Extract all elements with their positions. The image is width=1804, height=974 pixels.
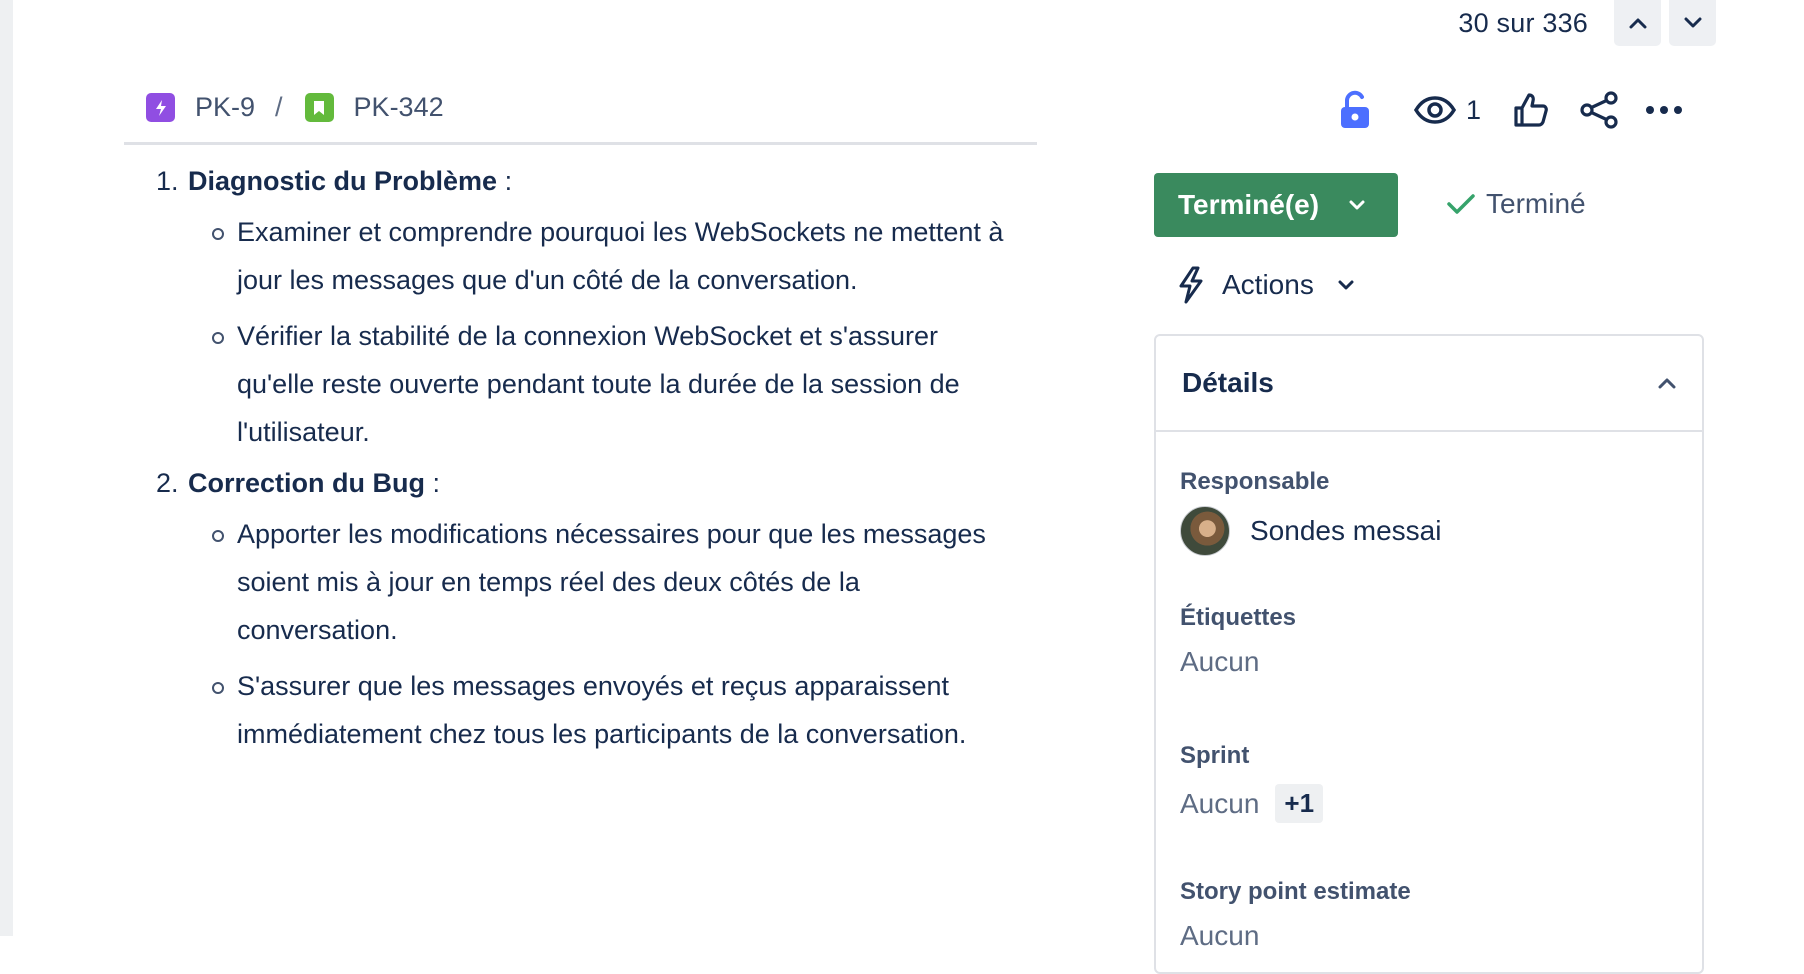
thumbs-up-icon [1514, 93, 1548, 127]
breadcrumb-parent-link[interactable]: PK-9 [195, 92, 255, 123]
bullet-item: Apporter les modifications nécessaires p… [156, 510, 1016, 654]
issue-description: 1. Diagnostic du Problème : Examiner et c… [156, 160, 1016, 758]
share-button[interactable] [1579, 91, 1619, 129]
list-number: 2. [156, 468, 179, 498]
details-panel: Détails Responsable Sondes messai Étique… [1154, 334, 1704, 974]
issue-header-actions: 1 [1338, 90, 1683, 130]
breadcrumb: PK-9 / PK-342 [146, 92, 444, 123]
details-header[interactable]: Détails [1156, 336, 1702, 432]
story-icon [304, 93, 334, 122]
bullet-item: Examiner et comprendre pourquoi les WebS… [156, 208, 1016, 304]
details-title: Détails [1182, 367, 1274, 398]
list-item: 2. Correction du Bug : Apporter les modif… [156, 462, 1016, 758]
watch-count: 1 [1466, 94, 1482, 125]
actions-dropdown-button[interactable]: Actions [1176, 266, 1354, 304]
list-item-title: Diagnostic du Problème [188, 166, 498, 196]
avatar [1180, 506, 1230, 556]
chevron-down-icon [1684, 17, 1701, 28]
chevron-up-icon[interactable] [1658, 377, 1676, 389]
list-item-suffix: : [497, 166, 513, 196]
labels-label: Étiquettes [1180, 604, 1297, 631]
assignee-name: Sondes messai [1250, 515, 1442, 546]
next-issue-button[interactable] [1669, 0, 1716, 46]
bullet-item: Vérifier la stabilité de la connexion We… [156, 312, 1016, 456]
story-points-label: Story point estimate [1180, 878, 1411, 905]
resolution-label: Terminé [1486, 188, 1586, 219]
list-number: 1. [156, 166, 179, 196]
left-sidebar-edge [0, 0, 13, 936]
breadcrumb-separator: / [275, 92, 283, 122]
story-points-value[interactable]: Aucun [1180, 920, 1411, 952]
assignee-label: Responsable [1180, 468, 1330, 495]
vote-button[interactable] [1513, 92, 1549, 128]
breadcrumb-issue-link[interactable]: PK-342 [354, 92, 444, 123]
list-item-suffix: : [425, 468, 441, 498]
status-label: Terminé(e) [1178, 189, 1320, 220]
sprint-label: Sprint [1180, 742, 1250, 769]
list-item-title: Correction du Bug [188, 468, 425, 498]
unlock-icon [1341, 90, 1369, 128]
labels-field: Étiquettes Aucun [1180, 604, 1296, 678]
pager-position: 30 sur 336 [1458, 7, 1588, 38]
chevron-down-icon [1349, 200, 1365, 210]
sprint-field: Sprint Aucun +1 [1180, 742, 1324, 823]
sprint-extra-badge[interactable]: +1 [1275, 784, 1324, 823]
automation-bolt-icon [1179, 266, 1203, 304]
status-dropdown-button[interactable]: Terminé(e) [1154, 173, 1398, 237]
assignee-value[interactable]: Sondes messai [1180, 506, 1441, 556]
assignee-field: Responsable Sondes messai [1180, 468, 1441, 556]
labels-value[interactable]: Aucun [1180, 646, 1296, 678]
previous-issue-button[interactable] [1614, 0, 1661, 46]
bullet-item: S'assurer que les messages envoyés et re… [156, 662, 1016, 758]
more-icon [1646, 106, 1683, 114]
epic-icon [146, 93, 175, 122]
chevron-down-icon [1338, 280, 1354, 290]
eye-icon [1414, 96, 1456, 124]
share-icon [1580, 91, 1618, 129]
resolution: Terminé [1446, 188, 1586, 220]
list-item: 1. Diagnostic du Problème : Examiner et c… [156, 160, 1016, 456]
checkmark-icon [1447, 194, 1475, 214]
restriction-lock-button[interactable] [1338, 90, 1372, 130]
actions-label: Actions [1222, 269, 1314, 300]
more-actions-button[interactable] [1645, 105, 1683, 115]
watch-button[interactable]: 1 [1414, 95, 1481, 126]
story-points-field: Story point estimate Aucun [1180, 878, 1411, 952]
header-divider [124, 142, 1037, 145]
chevron-up-icon [1629, 18, 1646, 29]
sprint-value-text: Aucun [1180, 787, 1260, 819]
issue-pager: 30 sur 336 [1458, 0, 1716, 46]
sprint-value[interactable]: Aucun +1 [1180, 784, 1324, 823]
